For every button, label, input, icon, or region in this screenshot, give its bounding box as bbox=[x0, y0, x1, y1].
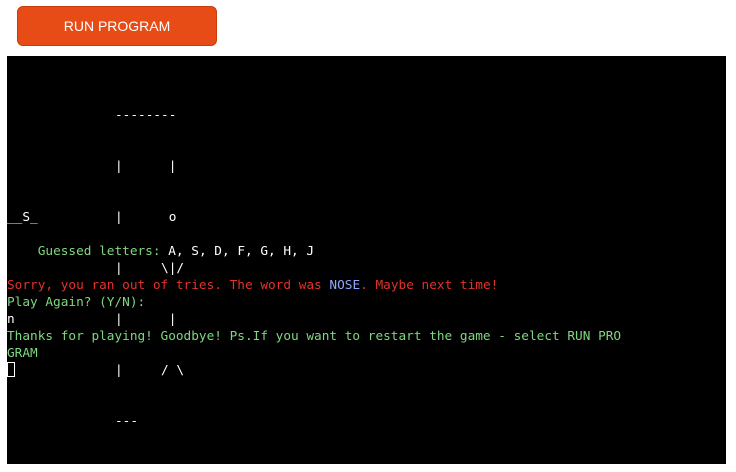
game-over-suffix: . Maybe next time! bbox=[360, 278, 499, 293]
guessed-letters-value: A, S, D, F, G, H, J bbox=[168, 244, 315, 259]
word-display: __S_ bbox=[7, 210, 38, 225]
goodbye-message-line-2: GRAM bbox=[7, 346, 38, 361]
gallows-line: -------- bbox=[115, 108, 177, 123]
terminal-cursor[interactable] bbox=[7, 362, 15, 377]
page-scrollbar[interactable] bbox=[726, 56, 736, 464]
secret-word: NOSE bbox=[329, 278, 361, 293]
gallows-line: | | bbox=[115, 159, 177, 174]
goodbye-message-line-1: Thanks for playing! Goodbye! Ps.If you w… bbox=[7, 329, 622, 344]
gallows-line: | / \ bbox=[115, 363, 185, 378]
user-input-echo: n bbox=[7, 312, 15, 327]
gallows-line: --- bbox=[115, 414, 139, 429]
game-over-message: Sorry, you ran out of tries. The word wa… bbox=[7, 277, 498, 294]
run-program-button[interactable]: RUN PROGRAM bbox=[17, 6, 217, 46]
terminal-output[interactable]: -------- | | | o | \|/ | | | / \ --- __S… bbox=[7, 56, 726, 464]
game-over-prefix: Sorry, you ran out of tries. The word wa… bbox=[7, 278, 322, 293]
gallows-line: | | bbox=[115, 312, 177, 327]
play-again-prompt: Play Again? (Y/N): bbox=[7, 295, 146, 310]
guessed-letters-line: Guessed letters: A, S, D, F, G, H, J bbox=[7, 226, 314, 277]
gallows-line: | o bbox=[115, 210, 177, 225]
guessed-letters-label: Guessed letters: bbox=[37, 244, 161, 259]
